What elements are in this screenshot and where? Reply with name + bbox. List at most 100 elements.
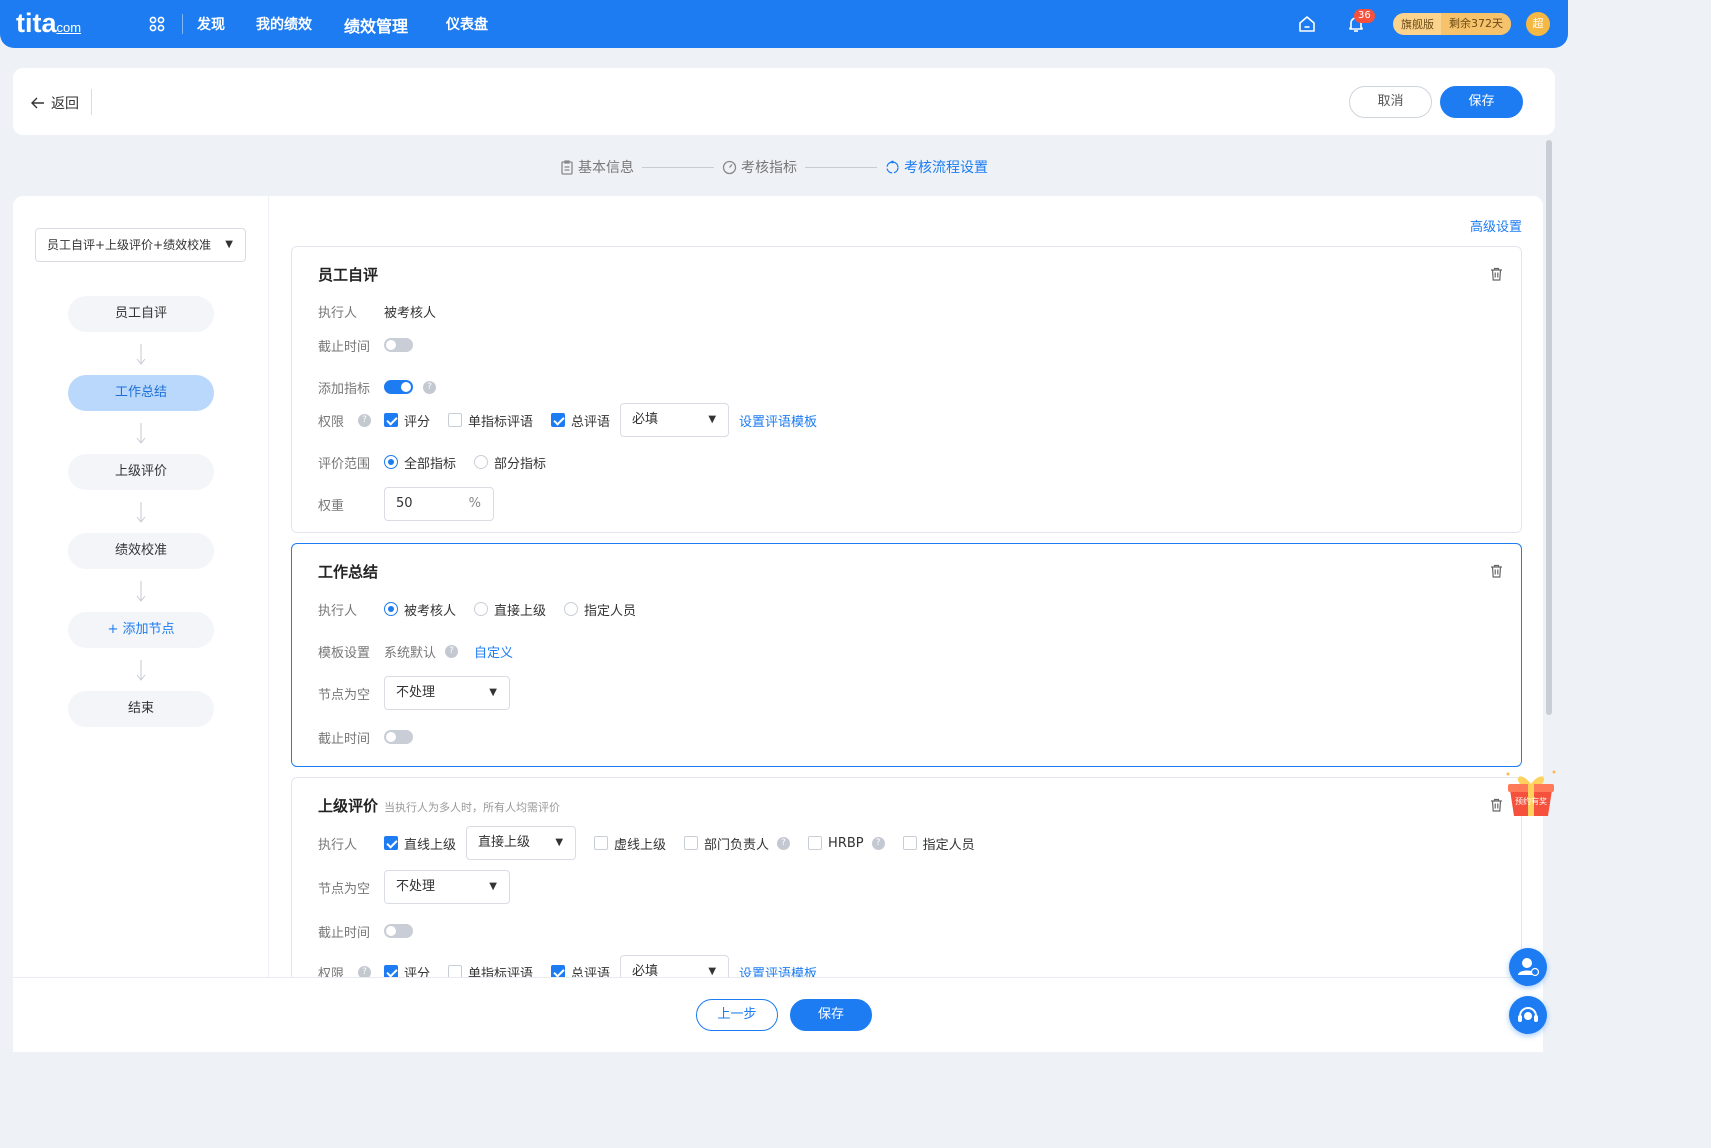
checkbox-box[interactable] — [684, 836, 699, 850]
top-nav-bar: titacom 发现 我的绩效 绩效管理 仪表盘 36 旗舰版 剩余372天 超 — [0, 0, 1568, 48]
custom-template-link[interactable]: 自定义 — [474, 642, 513, 661]
radio-circle[interactable] — [474, 602, 489, 616]
nav-performance-management[interactable]: 绩效管理 — [344, 13, 408, 37]
empty-node-select[interactable]: 不处理 ▼ — [384, 870, 510, 904]
row-deadline: 截止时间 — [318, 335, 413, 355]
required-select[interactable]: 必填 ▼ — [620, 403, 730, 437]
flow-node-self-review[interactable]: 员工自评 — [68, 296, 214, 332]
step-label: 基本信息 — [578, 160, 634, 176]
plan-badge[interactable]: 旗舰版 剩余372天 — [1393, 13, 1511, 35]
checkbox-box[interactable] — [551, 413, 566, 427]
virtual-superior-checkbox[interactable]: 虚线上级 — [594, 834, 666, 853]
advanced-settings-link[interactable]: 高级设置 — [1470, 216, 1522, 235]
scope-label: 评价范围 — [318, 456, 371, 472]
executor-assigned-radio[interactable]: 指定人员 — [564, 600, 636, 619]
hrbp-checkbox[interactable]: HRBP — [808, 836, 864, 851]
single-comment-checkbox[interactable]: 单指标评语 — [448, 963, 534, 978]
direct-line-checkbox[interactable]: 直线上级 — [384, 834, 456, 853]
step-basic-info[interactable]: 基本信息 — [560, 157, 634, 177]
trash-icon[interactable] — [1490, 564, 1503, 578]
radio-circle[interactable] — [384, 455, 398, 469]
help-icon[interactable]: ? — [777, 836, 791, 850]
footer-save-button[interactable]: 保存 — [790, 999, 872, 1031]
apps-icon[interactable] — [149, 16, 165, 32]
nav-my-performance[interactable]: 我的绩效 — [256, 14, 312, 34]
help-icon[interactable]: ? — [423, 380, 436, 394]
trash-icon[interactable] — [1490, 267, 1503, 281]
previous-step-button[interactable]: 上一步 — [696, 999, 778, 1031]
row-permission: 权限 ? 评分 单指标评语 总评语 必填 ▼ 设置评语模板 — [318, 955, 817, 978]
deadline-toggle[interactable] — [384, 730, 413, 744]
weight-input[interactable]: 50% — [384, 487, 494, 521]
row-template: 模板设置 系统默认 ? 自定义 — [318, 641, 513, 661]
total-comment-checkbox[interactable]: 总评语 — [551, 963, 610, 977]
radio-label: 指定人员 — [584, 603, 637, 619]
comment-template-link[interactable]: 设置评语模板 — [739, 963, 817, 978]
help-icon[interactable]: ? — [445, 644, 459, 658]
back-label: 返回 — [51, 96, 79, 112]
executor-reviewee-radio[interactable]: 被考核人 — [384, 600, 456, 619]
checkbox-box[interactable] — [551, 965, 566, 977]
cancel-button[interactable]: 取消 — [1349, 86, 1432, 118]
empty-node-select[interactable]: 不处理 ▼ — [384, 676, 510, 710]
executor-direct-superior-radio[interactable]: 直接上级 — [474, 600, 546, 619]
help-icon[interactable]: ? — [358, 965, 371, 977]
help-icon[interactable]: ? — [871, 836, 885, 850]
comment-template-link[interactable]: 设置评语模板 — [739, 411, 817, 430]
add-node-button[interactable]: + 添加节点 — [68, 612, 214, 648]
nav-discover[interactable]: 发现 — [197, 14, 225, 34]
contact-button[interactable] — [1509, 948, 1547, 986]
radio-circle[interactable] — [474, 455, 489, 469]
score-checkbox[interactable]: 评分 — [384, 411, 430, 430]
avatar[interactable]: 超 — [1526, 12, 1550, 36]
add-indicator-toggle[interactable] — [384, 380, 413, 394]
checkbox-box[interactable] — [384, 836, 398, 850]
scope-all-radio[interactable]: 全部指标 — [384, 453, 456, 472]
scope-part-radio[interactable]: 部分指标 — [474, 453, 546, 472]
arrow-down-icon — [136, 581, 146, 602]
radio-circle[interactable] — [564, 602, 579, 616]
checkbox-box[interactable] — [902, 836, 917, 850]
checkbox-box[interactable] — [448, 965, 463, 977]
deadline-toggle[interactable] — [384, 338, 413, 352]
nav-dashboard[interactable]: 仪表盘 — [446, 14, 488, 34]
checkbox-label: 单指标评语 — [468, 966, 534, 978]
checkbox-box[interactable] — [594, 836, 609, 850]
checkbox-box[interactable] — [384, 965, 398, 977]
flow-node-calibration[interactable]: 绩效校准 — [68, 533, 214, 569]
logo[interactable]: titacom — [16, 8, 81, 39]
back-button[interactable]: 返回 — [31, 93, 79, 113]
add-node-label: 添加节点 — [122, 622, 175, 637]
deadline-toggle[interactable] — [384, 924, 413, 938]
weight-value: 50 — [396, 496, 413, 511]
checkbox-box[interactable] — [448, 413, 463, 427]
flow-node-superior-review[interactable]: 上级评价 — [68, 454, 214, 490]
checkbox-box[interactable] — [808, 836, 823, 850]
row-executor: 执行人 被考核人 直接上级 指定人员 — [318, 599, 654, 619]
single-comment-checkbox[interactable]: 单指标评语 — [448, 411, 533, 430]
direct-superior-select[interactable]: 直接上级 ▼ — [466, 826, 577, 860]
checkbox-box[interactable] — [384, 413, 398, 427]
flow-template-select[interactable]: 员工自评+上级评价+绩效校准 ▼ — [35, 228, 246, 262]
scrollbar-thumb[interactable] — [1546, 140, 1552, 715]
total-comment-checkbox[interactable]: 总评语 — [551, 411, 610, 430]
step-flow-settings[interactable]: 考核流程设置 — [885, 157, 988, 177]
deadline-label: 截止时间 — [318, 339, 371, 355]
dept-head-checkbox[interactable]: 部门负责人 — [684, 834, 769, 853]
required-select[interactable]: 必填 ▼ — [620, 955, 730, 977]
score-checkbox[interactable]: 评分 — [384, 963, 430, 977]
assigned-checkbox[interactable]: 指定人员 — [902, 834, 975, 853]
permission-label: 权限 — [318, 966, 345, 978]
gift-icon[interactable]: 预约有奖 — [1502, 766, 1560, 818]
executor-label: 执行人 — [318, 305, 358, 321]
save-button[interactable]: 保存 — [1440, 86, 1523, 118]
home-icon[interactable] — [1298, 15, 1316, 33]
step-indicators[interactable]: 考核指标 — [722, 157, 797, 177]
help-icon[interactable]: ? — [358, 413, 371, 427]
template-value: 系统默认 — [384, 645, 437, 661]
node-card-work-summary: 工作总结 执行人 被考核人 直接上级 指定人员 模板设置 系统默认 ? 自定义 … — [291, 543, 1522, 767]
customer-service-button[interactable] — [1509, 996, 1547, 1034]
card-title: 工作总结 — [318, 563, 379, 581]
radio-circle[interactable] — [384, 602, 398, 616]
flow-node-work-summary[interactable]: 工作总结 — [68, 375, 214, 411]
